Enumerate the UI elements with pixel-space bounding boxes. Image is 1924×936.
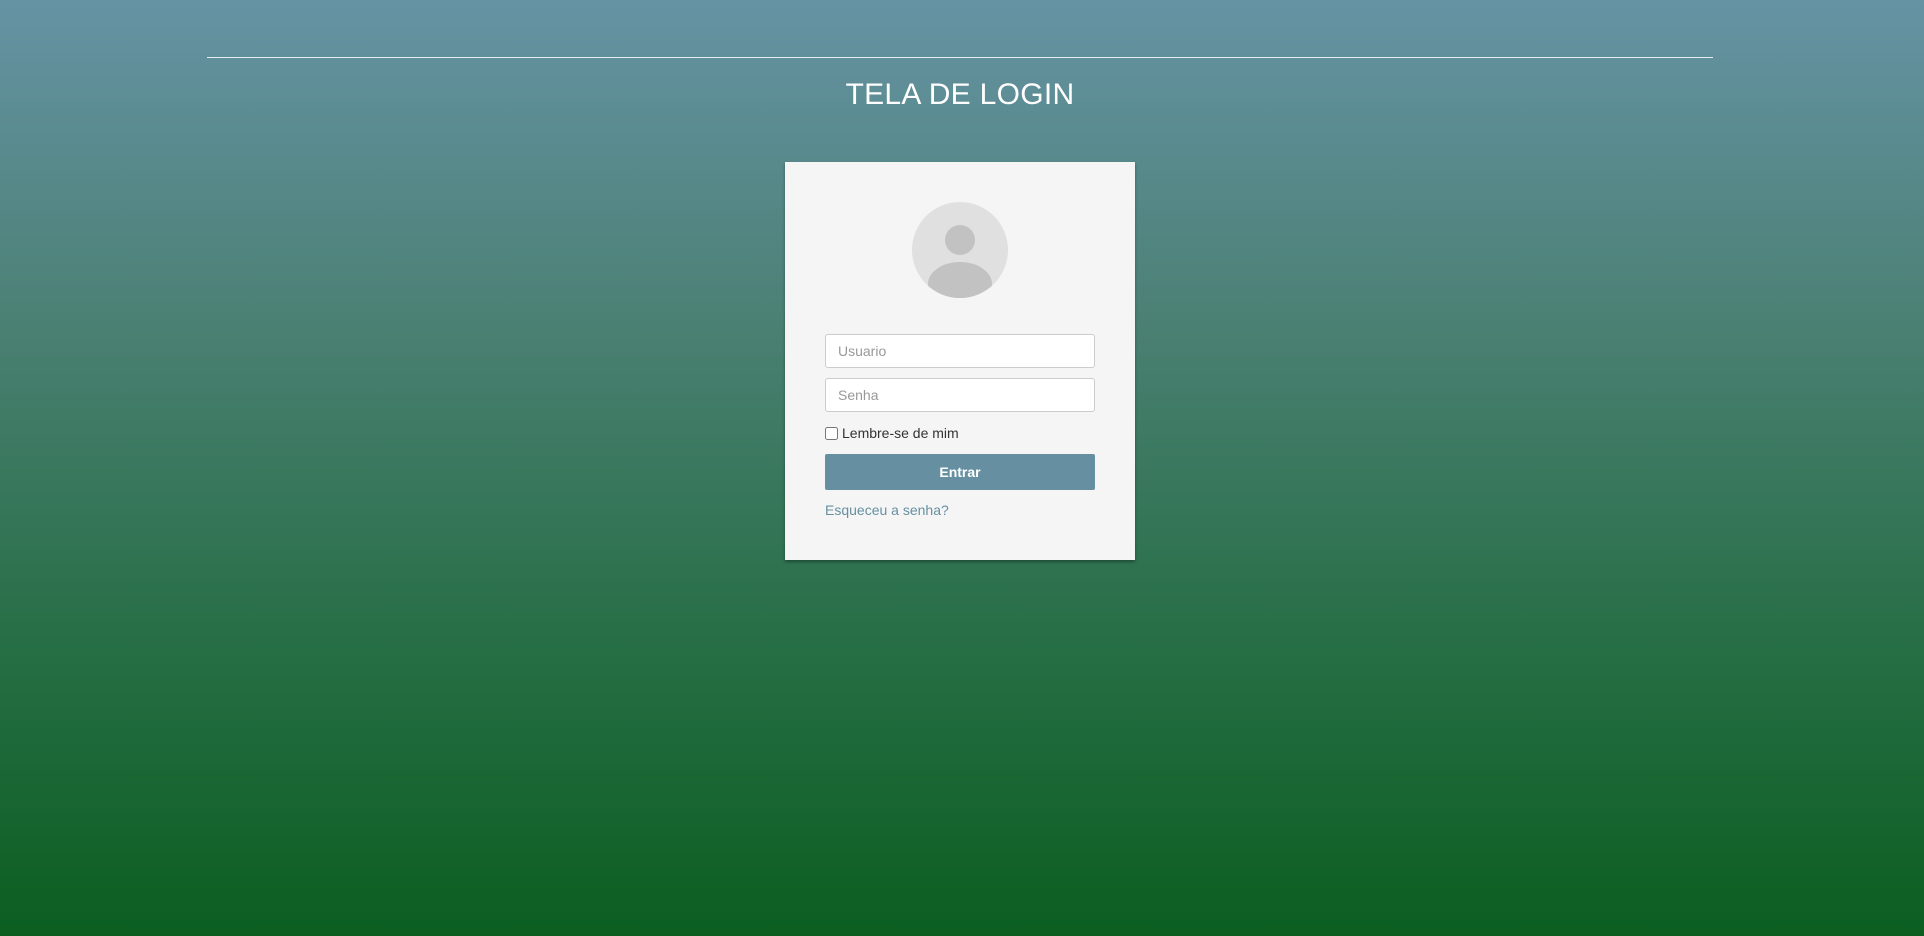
remember-me[interactable]: Lembre-se de mim bbox=[825, 425, 959, 441]
header-divider bbox=[207, 57, 1713, 58]
username-input[interactable] bbox=[825, 334, 1095, 368]
page-title: TELA DE LOGIN bbox=[845, 78, 1075, 111]
password-input[interactable] bbox=[825, 378, 1095, 412]
remember-me-checkbox[interactable] bbox=[825, 426, 838, 440]
remember-me-label: Lembre-se de mim bbox=[842, 425, 959, 441]
forgot-password-link[interactable]: Esqueceu a senha? bbox=[825, 502, 949, 518]
user-avatar-icon bbox=[912, 202, 1008, 298]
login-card: Lembre-se de mim Entrar Esqueceu a senha… bbox=[785, 162, 1135, 560]
login-button[interactable]: Entrar bbox=[825, 454, 1095, 490]
